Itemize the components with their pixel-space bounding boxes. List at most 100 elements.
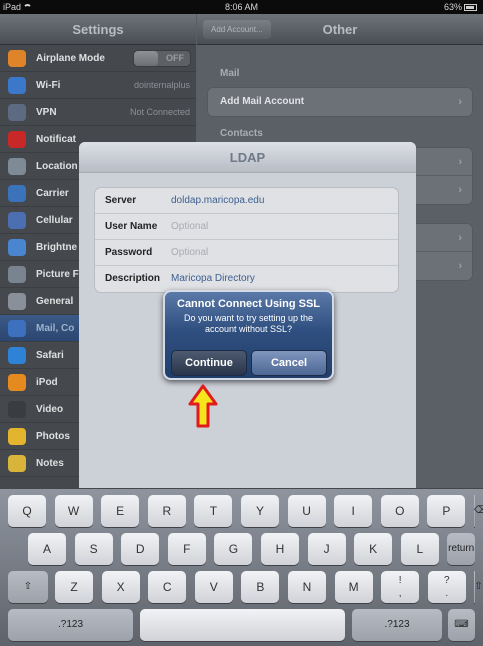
settings-item-label: VPN [36,107,57,118]
settings-item-icon [8,428,26,445]
continue-button[interactable]: Continue [171,350,247,376]
key-i[interactable]: I [334,495,373,527]
key-f[interactable]: F [167,533,206,565]
backspace-key[interactable]: ⌫ [474,495,483,527]
settings-item-label: Cellular [36,215,73,226]
key-u[interactable]: U [287,495,326,527]
key-row3-0[interactable]: Z [55,571,93,603]
shift-left-key[interactable]: ⇧ [8,571,48,603]
shift-right-key[interactable]: ⇧ [474,571,483,603]
key-row3-5[interactable]: N [288,571,326,603]
key-e[interactable]: E [101,495,140,527]
ldap-form: Server doldap.maricopa.edu User Name Optio… [94,187,399,293]
ssl-alert-dialog: Cannot Connect Using SSL Do you want to … [163,290,334,380]
key-p[interactable]: P [427,495,466,527]
password-label: Password [105,247,153,258]
settings-item-label: Mail, Co [36,323,75,334]
settings-item-icon [8,77,26,94]
settings-item-label: Location [36,161,78,172]
settings-item-icon [8,104,26,121]
key-row3-7[interactable]: ! , [381,571,420,603]
settings-item-label: Photos [36,431,70,442]
contacts-section-header: Contacts [220,128,263,139]
settings-item[interactable]: Airplane Mode OFF [0,45,196,72]
key-j[interactable]: J [307,533,346,565]
settings-item-label: General [36,296,74,307]
key-row3-6[interactable]: M [334,571,373,603]
settings-item-label: Wi-Fi [36,80,61,91]
settings-item-label: Carrier [36,188,69,199]
battery-icon [464,4,477,12]
space-key[interactable] [140,609,345,641]
cancel-button[interactable]: Cancel [251,350,327,376]
numbers-mode-key-right[interactable]: .?123 [352,609,442,641]
settings-item-icon [8,374,26,391]
onscreen-keyboard: Q W E R T Y U I O P ⌫ A S D F G H J K Lreturn ⇧ Z X C V B N M! ,? .… [0,488,483,646]
key-s[interactable]: S [74,533,113,565]
chevron-right-icon: › [458,232,462,244]
settings-title: Settings [0,14,196,45]
key-l[interactable]: L [400,533,439,565]
username-placeholder: Optional [171,221,209,232]
key-w[interactable]: W [54,495,93,527]
key-row3-2[interactable]: C [148,571,187,603]
settings-item-label: Video [36,404,64,415]
key-y[interactable]: Y [241,495,279,527]
settings-item-icon [8,293,26,310]
key-g[interactable]: G [214,533,253,565]
chevron-right-icon: › [458,96,462,108]
key-t[interactable]: T [194,495,233,527]
settings-item-icon [8,50,26,67]
settings-item-icon [8,158,26,175]
key-q[interactable]: Q [8,495,46,527]
password-placeholder: Optional [171,247,209,258]
chevron-right-icon: › [458,184,462,196]
mail-section-header: Mail [220,68,240,79]
settings-item-icon [8,185,26,202]
settings-item-icon [8,239,26,256]
status-bar: iPad 8:06 AM 63% [0,0,483,14]
settings-item-label: Notificat [36,134,76,145]
alert-message: Do you want to try setting up the accoun… [183,313,314,334]
key-row3-8[interactable]: ? . [427,571,466,603]
server-field[interactable]: Server doldap.maricopa.edu [95,188,398,214]
settings-item-icon [8,401,26,418]
description-label: Description [105,273,161,284]
password-field[interactable]: Password Optional [95,240,398,266]
ldap-title: LDAP [79,142,416,173]
key-h[interactable]: H [261,533,299,565]
settings-item-value: dointernalplus [133,80,190,90]
chevron-right-icon: › [458,156,462,168]
key-o[interactable]: O [380,495,419,527]
settings-item-label: Picture F [36,269,79,280]
key-a[interactable]: A [28,533,66,565]
settings-item-label: Safari [36,350,64,361]
add-mail-account-item[interactable]: Add Mail Account › [208,88,472,116]
settings-item[interactable]: VPN Not Connected [0,99,196,126]
airplane-mode-toggle[interactable]: OFF [133,50,191,67]
key-row3-3[interactable]: V [194,571,233,603]
settings-item[interactable]: Wi-Fi dointernalplus [0,72,196,99]
alert-title: Cannot Connect Using SSL [177,298,320,310]
detail-title: Other [322,22,358,37]
key-r[interactable]: R [147,495,186,527]
return-key[interactable]: return [447,533,475,565]
settings-item-label: Brightne [36,242,78,253]
status-battery: 63% [444,0,477,14]
username-field[interactable]: User Name Optional [95,214,398,240]
settings-item-icon [8,320,26,337]
key-row3-4[interactable]: B [241,571,280,603]
mail-group: Add Mail Account › [207,87,473,117]
detail-navbar: Add Account... Other [197,14,483,45]
ipad-screen: { "status": {"device": "iPad", "time": "… [0,0,483,646]
hide-keyboard-key[interactable]: ⌨ [448,609,475,641]
settings-item-icon [8,455,26,472]
username-label: User Name [105,221,158,232]
key-k[interactable]: K [354,533,393,565]
key-d[interactable]: D [121,533,160,565]
key-row3-1[interactable]: X [101,571,140,603]
numbers-mode-key-left[interactable]: .?123 [8,609,133,641]
settings-item-label: Notes [36,458,64,469]
description-field[interactable]: Description Maricopa Directory [95,266,398,292]
up-arrow-annotation-icon [188,384,218,428]
